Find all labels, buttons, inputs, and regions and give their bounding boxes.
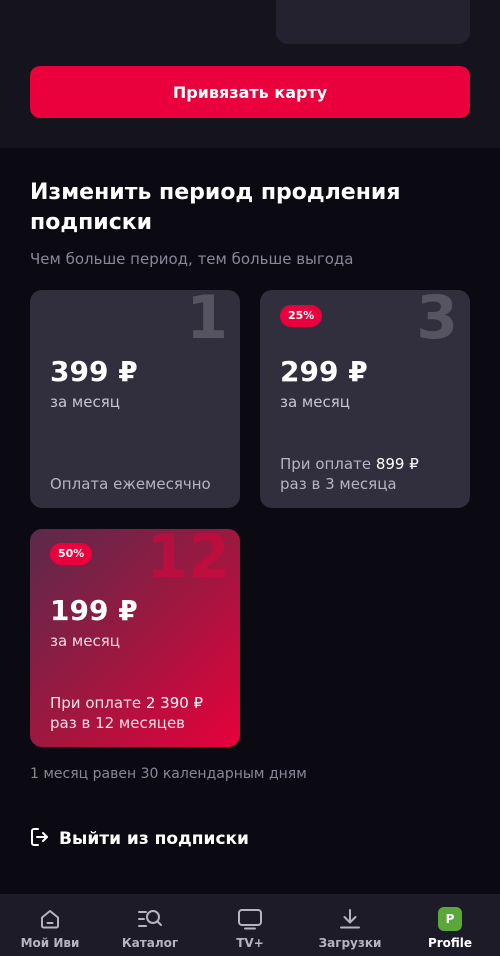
- discount-badge: 50%: [50, 543, 93, 565]
- catalog-search-icon: [137, 906, 163, 932]
- plan-card-1-month[interactable]: 1 399 ₽ за месяц Оплата ежемесячно: [30, 290, 240, 508]
- plan-payment-note: Оплата ежемесячно: [50, 475, 211, 493]
- plan-card-12-months[interactable]: 12 50% 199 ₽ за месяц При оплате 2 390 ₽…: [30, 529, 240, 747]
- home-icon: [38, 906, 62, 932]
- profile-avatar-icon: P: [438, 906, 462, 932]
- plan-price: 299 ₽: [280, 355, 368, 388]
- section-subtitle: Чем больше период, тем больше выгода: [30, 250, 354, 268]
- note-amount: 899 ₽: [375, 455, 419, 473]
- tab-profile[interactable]: P Profile: [400, 894, 500, 956]
- note-prefix: При оплате: [50, 694, 142, 712]
- bottom-tab-bar: Мой Иви Каталог TV+ Загрузки P Profile: [0, 894, 500, 956]
- unsubscribe-button[interactable]: Выйти из подписки: [30, 826, 249, 852]
- plan-price: 199 ₽: [50, 594, 138, 627]
- tab-label: Загрузки: [318, 936, 382, 950]
- note-amount: 2 390 ₽: [145, 694, 204, 712]
- tab-label: Profile: [427, 936, 473, 950]
- discount-badge: 25%: [280, 305, 323, 327]
- plan-price: 399 ₽: [50, 355, 138, 388]
- download-icon: [338, 906, 362, 932]
- plan-per-month: за месяц: [280, 393, 350, 411]
- tab-downloads[interactable]: Загрузки: [300, 894, 400, 956]
- unsubscribe-label: Выйти из подписки: [59, 829, 249, 849]
- plan-payment-note: При оплате 899 ₽ раз в 3 месяца: [280, 454, 460, 494]
- tab-label: TV+: [236, 936, 264, 950]
- tab-label: Мой Иви: [20, 936, 80, 950]
- top-section: Привязать карту: [0, 0, 500, 148]
- tv-icon: [237, 906, 263, 932]
- note-prefix: При оплате: [280, 455, 372, 473]
- tab-tv-plus[interactable]: TV+: [200, 894, 300, 956]
- period-number: 12: [146, 529, 231, 592]
- previous-card-edge: [276, 0, 470, 44]
- avatar: P: [438, 907, 462, 931]
- bind-card-button[interactable]: Привязать карту: [30, 66, 470, 118]
- plan-per-month: за месяц: [50, 393, 120, 411]
- plan-per-month: за месяц: [50, 632, 120, 650]
- plan-payment-note: При оплате 2 390 ₽ раз в 12 месяцев: [50, 693, 230, 733]
- tab-my-ivi[interactable]: Мой Иви: [0, 894, 100, 956]
- month-length-note: 1 месяц равен 30 календарным дням: [30, 766, 307, 782]
- tab-catalog[interactable]: Каталог: [100, 894, 200, 956]
- note-suffix: раз в 12 месяцев: [50, 714, 186, 732]
- plan-card-3-months[interactable]: 3 25% 299 ₽ за месяц При оплате 899 ₽ ра…: [260, 290, 470, 508]
- note-suffix: раз в 3 месяца: [280, 475, 397, 493]
- period-number: 1: [186, 290, 228, 353]
- section-title: Изменить период продления подписки: [30, 180, 401, 235]
- logout-icon: [30, 827, 50, 851]
- tab-label: Каталог: [121, 936, 179, 950]
- period-number: 3: [416, 290, 458, 353]
